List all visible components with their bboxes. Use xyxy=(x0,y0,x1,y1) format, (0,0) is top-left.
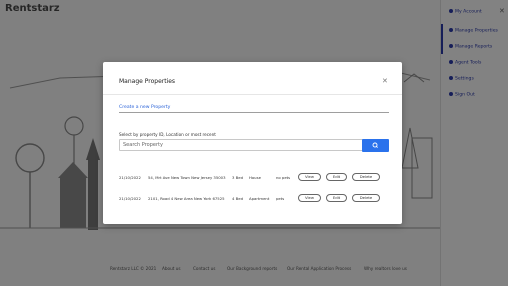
search-label: Select by property ID, Location or most … xyxy=(119,132,216,137)
search-button[interactable] xyxy=(362,139,389,152)
property-address: 54, Mrt Ave New Town New Jersey 35003 xyxy=(148,175,226,180)
property-type: Apartment xyxy=(249,196,270,201)
modal-divider xyxy=(103,94,402,95)
property-row: 21/10/2022 2101, Road 4 New Area New Yor… xyxy=(119,194,389,204)
property-row: 21/10/2022 54, Mrt Ave New Town New Jers… xyxy=(119,173,389,183)
property-type: House xyxy=(249,175,261,180)
modal-close-icon[interactable]: ✕ xyxy=(382,77,388,85)
property-date: 21/10/2022 xyxy=(119,175,141,180)
delete-button[interactable]: Delete xyxy=(352,194,380,202)
property-pets: no pets xyxy=(276,175,291,180)
create-link-divider xyxy=(119,112,389,113)
edit-button[interactable]: Edit xyxy=(326,173,347,181)
edit-button[interactable]: Edit xyxy=(326,194,347,202)
create-property-link[interactable]: Create a new Property xyxy=(119,105,170,110)
property-date: 21/10/2022 xyxy=(119,196,141,201)
property-beds: 4 Bed xyxy=(232,196,243,201)
search-icon xyxy=(372,142,378,148)
delete-button[interactable]: Delete xyxy=(352,173,380,181)
property-pets: pets xyxy=(276,196,285,201)
search-property-input[interactable] xyxy=(119,139,363,151)
manage-properties-modal: Manage Properties ✕ Create a new Propert… xyxy=(103,62,402,224)
property-address: 2101, Road 4 New Area New York 67525 xyxy=(148,196,225,201)
view-button[interactable]: View xyxy=(298,173,321,181)
modal-title: Manage Properties xyxy=(119,78,176,85)
property-beds: 3 Bed xyxy=(232,175,243,180)
view-button[interactable]: View xyxy=(298,194,321,202)
